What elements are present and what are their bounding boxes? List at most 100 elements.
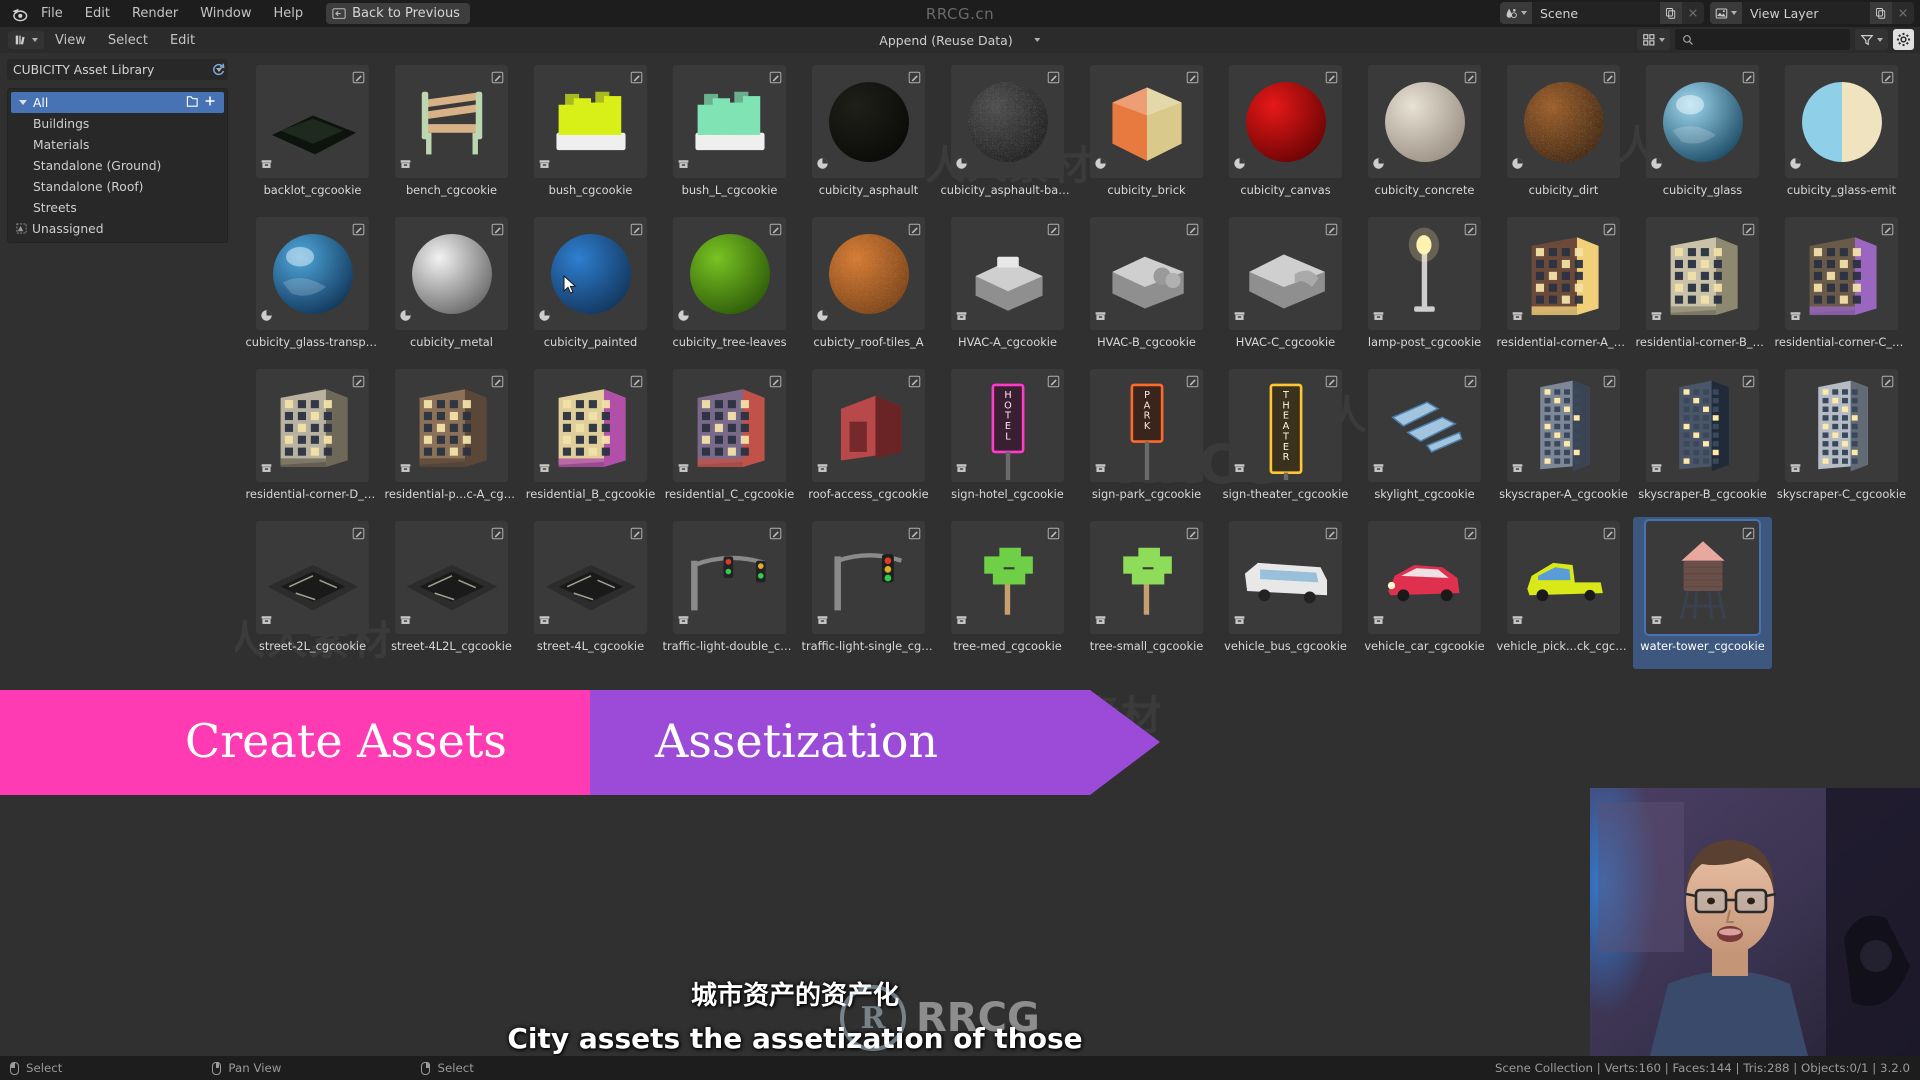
- asset-thumbnail[interactable]: THEATER: [1229, 369, 1342, 482]
- asset-item[interactable]: cubicity_glass-transparent: [243, 213, 382, 365]
- search-input[interactable]: [1675, 29, 1850, 50]
- editor-type-selector[interactable]: [8, 31, 44, 49]
- asset-item[interactable]: cubicity_metal: [382, 213, 521, 365]
- edit-asset-icon[interactable]: [1603, 525, 1616, 544]
- edit-asset-icon[interactable]: [1047, 221, 1060, 240]
- plus-icon[interactable]: [204, 95, 216, 110]
- asset-item[interactable]: skyscraper-C_cgcookie: [1772, 365, 1911, 517]
- asset-item[interactable]: residential-corner-A_cgco...: [1494, 213, 1633, 365]
- asset-item[interactable]: residential-corner-D_cgco...: [243, 365, 382, 517]
- edit-asset-icon[interactable]: [1186, 221, 1199, 240]
- edit-asset-icon[interactable]: [908, 373, 921, 392]
- asset-item[interactable]: cubicity_tree-leaves: [660, 213, 799, 365]
- edit-asset-icon[interactable]: [1325, 69, 1338, 88]
- edit-asset-icon[interactable]: [491, 69, 504, 88]
- asset-item[interactable]: roof-access_cgcookie: [799, 365, 938, 517]
- view-layer-selector[interactable]: View Layer: [1710, 2, 1914, 24]
- asset-item[interactable]: cubicity_painted: [521, 213, 660, 365]
- asset-item[interactable]: cubicity_asphault: [799, 61, 938, 213]
- edit-asset-icon[interactable]: [491, 221, 504, 240]
- edit-asset-icon[interactable]: [769, 221, 782, 240]
- catalog-item-streets[interactable]: Streets: [8, 197, 227, 218]
- catalog-item-unassigned[interactable]: Unassigned: [8, 218, 227, 239]
- asset-thumbnail[interactable]: [1229, 65, 1342, 178]
- edit-asset-icon[interactable]: [1603, 69, 1616, 88]
- menu-window[interactable]: Window: [189, 3, 262, 24]
- asset-item[interactable]: residential-corner-C_cgco...: [1772, 213, 1911, 365]
- asset-item[interactable]: residential_C_cgcookie: [660, 365, 799, 517]
- edit-asset-icon[interactable]: [1742, 525, 1755, 544]
- asset-thumbnail[interactable]: [534, 217, 647, 330]
- view-layer-icon[interactable]: [1710, 2, 1742, 24]
- asset-item[interactable]: cubicity_glass-emit: [1772, 61, 1911, 213]
- catalog-item-buildings[interactable]: Buildings: [8, 113, 227, 134]
- edit-asset-icon[interactable]: [352, 373, 365, 392]
- asset-thumbnail[interactable]: [1368, 369, 1481, 482]
- asset-thumbnail[interactable]: [1368, 65, 1481, 178]
- asset-item[interactable]: cubicity_glass: [1633, 61, 1772, 213]
- asset-item[interactable]: T H E A T E R sign-theater_cgcookie: [1216, 365, 1355, 517]
- asset-item[interactable]: bench_cgcookie: [382, 61, 521, 213]
- edit-asset-icon[interactable]: [769, 69, 782, 88]
- edit-asset-icon[interactable]: [1742, 373, 1755, 392]
- catalog-item-standalone-roof[interactable]: Standalone (Roof): [8, 176, 227, 197]
- asset-item[interactable]: HVAC-A_cgcookie: [938, 213, 1077, 365]
- blender-logo-icon[interactable]: [8, 3, 30, 25]
- asset-item[interactable]: vehicle_pick...ck_cgcookie: [1494, 517, 1633, 669]
- asset-item[interactable]: H O T E L sign-hotel_cgcookie: [938, 365, 1077, 517]
- catalog-item-standalone-ground[interactable]: Standalone (Ground): [8, 155, 227, 176]
- triangle-down-icon[interactable]: [19, 100, 27, 105]
- asset-thumbnail[interactable]: [1368, 521, 1481, 634]
- view-layer-close-button[interactable]: [1892, 2, 1914, 24]
- asset-item[interactable]: street-4L2L_cgcookie: [382, 517, 521, 669]
- asset-item[interactable]: cubicity_concrete: [1355, 61, 1494, 213]
- asset-thumbnail[interactable]: [812, 521, 925, 634]
- editor-menu-view[interactable]: View: [44, 30, 97, 51]
- edit-asset-icon[interactable]: [1464, 221, 1477, 240]
- asset-thumbnail[interactable]: [1785, 217, 1898, 330]
- asset-thumbnail[interactable]: [1507, 521, 1620, 634]
- asset-item[interactable]: HVAC-C_cgcookie: [1216, 213, 1355, 365]
- asset-item[interactable]: residential_B_cgcookie: [521, 365, 660, 517]
- asset-thumbnail[interactable]: [812, 217, 925, 330]
- scene-close-button[interactable]: [1682, 2, 1704, 24]
- display-mode-button[interactable]: [1637, 29, 1670, 50]
- edit-asset-icon[interactable]: [1603, 373, 1616, 392]
- asset-thumbnail[interactable]: [1507, 369, 1620, 482]
- edit-asset-icon[interactable]: [1325, 525, 1338, 544]
- scene-new-button[interactable]: [1660, 2, 1682, 24]
- edit-asset-icon[interactable]: [1186, 69, 1199, 88]
- edit-asset-icon[interactable]: [1325, 373, 1338, 392]
- asset-thumbnail[interactable]: [1646, 521, 1759, 634]
- asset-item[interactable]: residential-corner-B_cgco...: [1633, 213, 1772, 365]
- edit-asset-icon[interactable]: [1325, 221, 1338, 240]
- asset-item[interactable]: traffic-light-double_cgcoo...: [660, 517, 799, 669]
- asset-item[interactable]: bush_L_cgcookie: [660, 61, 799, 213]
- scene-icon[interactable]: [1500, 2, 1532, 24]
- asset-item[interactable]: vehicle_car_cgcookie: [1355, 517, 1494, 669]
- asset-item[interactable]: bush_cgcookie: [521, 61, 660, 213]
- asset-thumbnail[interactable]: [951, 521, 1064, 634]
- asset-thumbnail[interactable]: [1646, 217, 1759, 330]
- asset-thumbnail[interactable]: [256, 369, 369, 482]
- edit-asset-icon[interactable]: [1464, 525, 1477, 544]
- edit-asset-icon[interactable]: [352, 221, 365, 240]
- catalog-item-all[interactable]: All: [11, 92, 224, 113]
- asset-library-selector[interactable]: CUBICITY Asset Library: [7, 59, 228, 80]
- options-button[interactable]: [1893, 29, 1914, 50]
- scene-name[interactable]: Scene: [1532, 6, 1660, 21]
- edit-asset-icon[interactable]: [630, 221, 643, 240]
- edit-asset-icon[interactable]: [908, 525, 921, 544]
- asset-item[interactable]: skyscraper-B_cgcookie: [1633, 365, 1772, 517]
- asset-thumbnail[interactable]: [673, 217, 786, 330]
- edit-asset-icon[interactable]: [352, 69, 365, 88]
- asset-thumbnail[interactable]: [395, 65, 508, 178]
- asset-thumbnail[interactable]: [673, 521, 786, 634]
- asset-thumbnail[interactable]: [534, 369, 647, 482]
- asset-item[interactable]: residential-p...c-A_cgcookie: [382, 365, 521, 517]
- edit-asset-icon[interactable]: [1881, 373, 1894, 392]
- asset-thumbnail[interactable]: [1507, 65, 1620, 178]
- edit-asset-icon[interactable]: [1464, 373, 1477, 392]
- asset-thumbnail[interactable]: [256, 521, 369, 634]
- edit-asset-icon[interactable]: [630, 373, 643, 392]
